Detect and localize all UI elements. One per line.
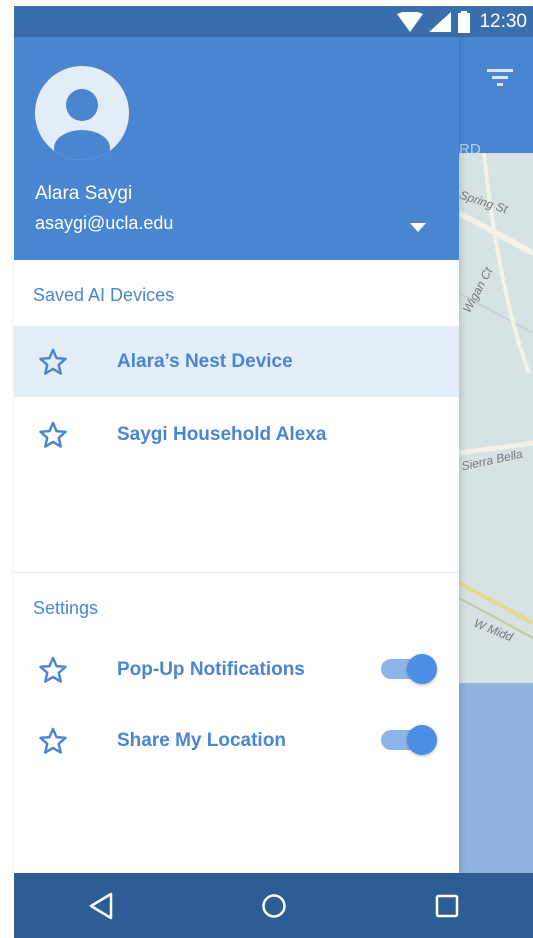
system-nav-bar — [14, 873, 533, 938]
home-button[interactable] — [249, 881, 299, 931]
divider — [14, 572, 459, 573]
device-item-alexa[interactable]: Saygi Household Alexa — [14, 399, 459, 470]
section-title-settings: Settings — [33, 598, 99, 618]
star-outline-icon — [39, 727, 67, 754]
recents-icon — [435, 894, 458, 917]
map-roads — [459, 153, 533, 639]
back-icon — [89, 892, 112, 919]
user-email: asaygi@ucla.edu — [35, 213, 174, 233]
filter-icon[interactable] — [487, 67, 513, 87]
setting-item-share-location: Share My Location — [14, 705, 459, 776]
person-icon — [54, 89, 110, 160]
toggle-thumb — [407, 725, 437, 755]
wifi-icon — [397, 11, 424, 32]
star-outline-icon — [39, 348, 67, 375]
share-location-toggle[interactable] — [381, 725, 439, 755]
popup-notifications-toggle[interactable] — [381, 654, 439, 684]
dropdown-arrow-icon — [410, 222, 426, 232]
drawer-header: Alara Saygi asaygi@ucla.edu — [14, 37, 459, 260]
navigation-drawer: Alara Saygi asaygi@ucla.edu Saved AI Dev… — [14, 37, 459, 873]
recents-button[interactable] — [422, 881, 472, 931]
toggle-thumb — [407, 654, 437, 684]
device-label: Alara’s Nest Device — [117, 350, 293, 372]
device-item-nest[interactable]: Alara’s Nest Device — [14, 326, 459, 397]
home-icon — [261, 893, 286, 918]
user-name: Alara Saygi — [35, 183, 133, 204]
section-title-saved-devices: Saved AI Devices — [33, 285, 175, 305]
status-bar: 12:30 — [14, 6, 533, 37]
setting-item-popup-notifications: Pop-Up Notifications — [14, 634, 459, 705]
back-button[interactable] — [76, 881, 126, 931]
setting-label: Pop-Up Notifications — [117, 658, 305, 680]
status-icons — [397, 10, 471, 33]
map-view[interactable]: Spring St Wigan Ct Sierra Bella W Midd — [459, 153, 533, 683]
avatar[interactable] — [35, 66, 129, 160]
device-label: Saygi Household Alexa — [117, 423, 327, 445]
account-dropdown-button[interactable] — [406, 219, 430, 235]
map-lower-area — [459, 683, 533, 873]
star-outline-icon — [39, 656, 67, 683]
battery-icon — [458, 10, 471, 33]
status-time: 12:30 — [479, 10, 527, 32]
cellular-signal-icon — [429, 11, 452, 32]
app-header: RD — [459, 37, 533, 158]
setting-label: Share My Location — [117, 729, 286, 751]
star-outline-icon — [39, 421, 67, 448]
